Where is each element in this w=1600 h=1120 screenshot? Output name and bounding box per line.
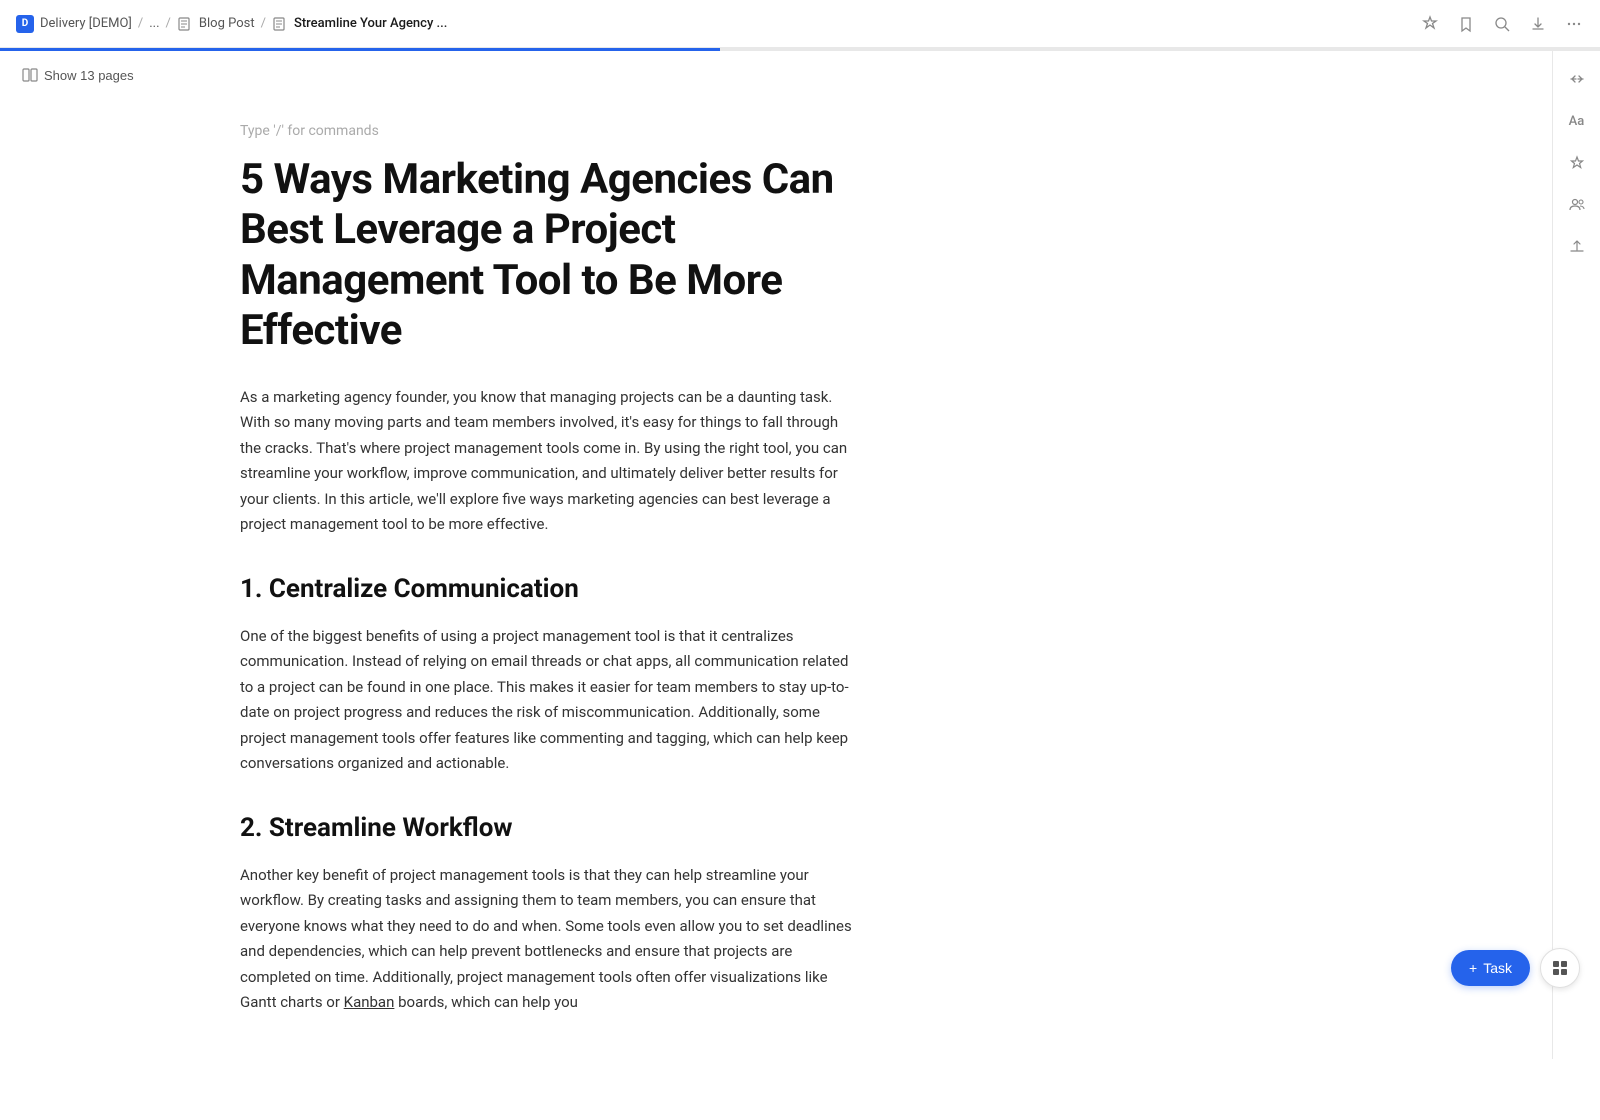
- streamline-doc-icon: [272, 17, 286, 31]
- task-plus-icon: +: [1469, 960, 1477, 976]
- collaborators-icon[interactable]: [1565, 193, 1589, 217]
- intro-block: + ⠿ As a marketing agency founder, you k…: [240, 385, 860, 538]
- sidebar-toggle-bar: Show 13 pages: [0, 51, 1600, 99]
- breadcrumb-current-page[interactable]: Streamline Your Agency ...: [294, 16, 447, 31]
- font-settings-icon[interactable]: Aa: [1565, 109, 1589, 133]
- app-icon: D: [16, 15, 34, 33]
- blog-post-doc-icon: [177, 17, 191, 31]
- block-add-button[interactable]: +: [200, 385, 220, 405]
- heading-centralize[interactable]: 1. Centralize Communication: [240, 574, 860, 604]
- task-button[interactable]: + Task: [1451, 950, 1530, 986]
- pin-icon[interactable]: [1420, 14, 1440, 34]
- breadcrumb-sep-2: /: [166, 16, 171, 31]
- right-toolbar: Aa: [1552, 51, 1600, 1059]
- paragraph-2[interactable]: Another key benefit of project managemen…: [240, 863, 860, 1016]
- more-options-icon[interactable]: [1564, 14, 1584, 34]
- breadcrumb-sep-3: /: [261, 16, 266, 31]
- search-icon[interactable]: [1492, 14, 1512, 34]
- breadcrumb-sep-1: /: [138, 16, 143, 31]
- kanban-link[interactable]: Kanban: [344, 993, 395, 1011]
- breadcrumb-app[interactable]: Delivery [DEMO]: [40, 16, 132, 31]
- download-icon[interactable]: [1528, 14, 1548, 34]
- paragraph-2-block: Another key benefit of project managemen…: [240, 863, 860, 1016]
- command-placeholder: Type '/' for commands: [0, 107, 1552, 155]
- loading-progress: [0, 48, 720, 51]
- breadcrumb-ellipsis[interactable]: ...: [149, 16, 159, 31]
- breadcrumb: D Delivery [DEMO] / ... / Blog Post / St…: [16, 15, 447, 33]
- share-icon[interactable]: [1565, 235, 1589, 259]
- pages-icon: [22, 67, 38, 83]
- bottom-right-actions: + Task: [1451, 948, 1580, 988]
- topbar: D Delivery [DEMO] / ... / Blog Post / St…: [0, 0, 1600, 48]
- loading-bar: [0, 48, 1600, 51]
- collapse-icon[interactable]: [1565, 67, 1589, 91]
- star-icon[interactable]: [1565, 151, 1589, 175]
- topbar-actions: [1420, 14, 1584, 34]
- breadcrumb-blog-post[interactable]: Blog Post: [199, 16, 255, 31]
- task-label: Task: [1483, 960, 1512, 976]
- paragraph-1-block: One of the biggest benefits of using a p…: [240, 624, 860, 777]
- intro-paragraph[interactable]: As a marketing agency founder, you know …: [240, 385, 860, 538]
- block-drag-handle[interactable]: ⠿: [222, 385, 242, 405]
- grid-icon: [1551, 959, 1569, 977]
- show-pages-button[interactable]: Show 13 pages: [16, 63, 140, 87]
- apps-grid-button[interactable]: [1540, 948, 1580, 988]
- document-content: 5 Ways Marketing Agencies Can Best Lever…: [0, 155, 1100, 1016]
- show-pages-label: Show 13 pages: [44, 68, 134, 83]
- document-title[interactable]: 5 Ways Marketing Agencies Can Best Lever…: [240, 155, 860, 357]
- heading-streamline[interactable]: 2. Streamline Workflow: [240, 813, 860, 843]
- content-area[interactable]: Type '/' for commands 5 Ways Marketing A…: [0, 99, 1552, 1120]
- paragraph-1[interactable]: One of the biggest benefits of using a p…: [240, 624, 860, 777]
- bookmark-icon[interactable]: [1456, 14, 1476, 34]
